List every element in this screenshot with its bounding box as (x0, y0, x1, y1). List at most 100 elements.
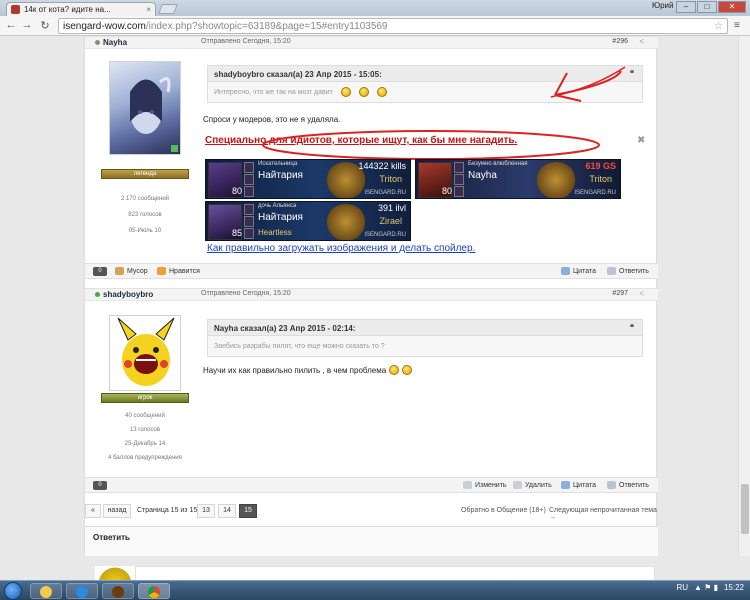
character-title: Безумно влюбленная (468, 161, 528, 167)
reload-icon[interactable]: ↻ (38, 19, 52, 32)
character-name: Найтария (258, 170, 303, 181)
item-slots (454, 162, 464, 198)
chrome-icon (148, 586, 160, 598)
stat-posts: 40 сообщений (125, 413, 165, 419)
tab-close-icon[interactable]: × (146, 5, 151, 14)
reply-button[interactable]: Ответить (607, 481, 649, 489)
stat-posts: 2 170 сообщений (120, 196, 170, 202)
post-actions: 0 Изменить Удалить Цитата Ответить (85, 477, 658, 493)
share-icon[interactable]: < (639, 289, 644, 298)
language-indicator[interactable]: RU (676, 583, 688, 592)
author-stats: 40 сообщений 13 голосов 25-Декабрь 14 4 … (85, 409, 205, 465)
quote-icon: ❝ (629, 323, 634, 332)
like-label: Нравится (169, 267, 200, 275)
like-button[interactable]: Нравится (157, 267, 200, 275)
post-date: Отправлено Сегодня, 15:20 (201, 290, 291, 297)
stat-joined: 25-Декабрь 14 (124, 441, 166, 447)
taskbar-media[interactable] (66, 583, 98, 599)
back-to-forum-link[interactable]: Обратно в Общение (18+) (461, 507, 546, 514)
tray-icons[interactable]: ▲ ⚑ ▮ (694, 583, 718, 592)
quote-button[interactable]: Цитата (561, 267, 596, 275)
back-icon[interactable]: ← (4, 19, 18, 31)
avatar[interactable] (109, 61, 181, 155)
edit-label: Изменить (475, 481, 507, 489)
post-number[interactable]: #297 (612, 290, 628, 297)
character-title: дочь Альянса (258, 203, 297, 209)
trash-button[interactable]: Мусор (115, 267, 148, 275)
quote-block: Nayha сказал(а) 23 Апр 2015 - 02:14: ❝ З… (207, 319, 643, 357)
avatar[interactable] (109, 315, 181, 391)
post-text: Научи их как правильно пилить , в чем пр… (203, 365, 413, 375)
post-author[interactable]: shadyboybro (103, 290, 153, 299)
bookmark-star-icon[interactable]: ☆ (714, 21, 723, 32)
next-unread-link[interactable]: Следующая непрочитанная тема → (549, 507, 658, 521)
reply-button[interactable]: Ответить (607, 267, 649, 275)
taskbar: RU ▲ ⚑ ▮ 15:22 (0, 580, 750, 600)
laugh-smiley-icon (389, 365, 400, 375)
taskbar-chrome[interactable] (138, 583, 170, 599)
forward-icon[interactable]: → (20, 19, 34, 31)
reply-section: Ответить (85, 526, 658, 556)
pikachu-avatar-icon (117, 317, 175, 386)
prev-page-button[interactable]: назад (103, 504, 131, 518)
reply-label: Ответить (619, 267, 649, 275)
stat-votes: 13 голосов (129, 427, 161, 433)
edit-button[interactable]: Изменить (463, 481, 507, 489)
close-window-button[interactable]: ✕ (718, 1, 746, 13)
minimize-button[interactable]: – (676, 1, 696, 13)
reputation-count: 0 (93, 267, 107, 276)
window-controls: – □ ✕ (676, 1, 746, 13)
trash-label: Мусор (127, 267, 148, 275)
post-296: Nayha Отправлено Сегодня, 15:20 #296 < л… (85, 36, 658, 280)
site-watermark: ISENGARD.RU (364, 190, 406, 196)
new-tab-button[interactable] (158, 4, 178, 14)
post-header: Nayha Отправлено Сегодня, 15:20 #296 < (85, 37, 658, 49)
quote-author: Nayha сказал(а) 23 Апр 2015 - 02:14: (214, 324, 356, 333)
quote-button[interactable]: Цитата (561, 481, 596, 489)
avatar-portrait-icon (130, 77, 171, 134)
tab-title: 14к от кота? идите на... (24, 5, 111, 14)
clock[interactable]: 15:22 (724, 583, 744, 592)
taskbar-explorer[interactable] (30, 583, 62, 599)
delete-button[interactable]: Удалить (513, 481, 552, 489)
page-13-button[interactable]: 13 (197, 504, 215, 518)
stat-warnings[interactable]: 4 баллов предупреждения (85, 451, 205, 465)
browser-tab[interactable]: 14к от кота? идите на... × (6, 2, 156, 16)
character-guild: Heartless (258, 228, 292, 237)
start-button[interactable] (4, 582, 22, 600)
like-icon (157, 267, 166, 275)
maximize-button[interactable]: □ (697, 1, 717, 13)
first-page-button[interactable]: « (85, 504, 101, 518)
close-icon[interactable]: ✖ (637, 135, 645, 146)
post-author[interactable]: Nayha (103, 38, 127, 47)
author-stats: 2 170 сообщений 823 голосов 05-Июль 10 (85, 191, 205, 239)
page-14-button[interactable]: 14 (218, 504, 236, 518)
help-link[interactable]: Как правильно загружать изображения и де… (207, 243, 475, 254)
profile-user[interactable]: Юрий (652, 1, 673, 10)
url-host: isengard-wow.com (63, 20, 146, 32)
site-watermark: ISENGARD.RU (574, 190, 616, 196)
system-tray: RU ▲ ⚑ ▮ 15:22 (676, 583, 744, 592)
quote-header: Nayha сказал(а) 23 Апр 2015 - 02:14: ❝ (208, 320, 642, 336)
site-watermark: ISENGARD.RU (364, 232, 406, 238)
address-bar[interactable]: isengard-wow.com/index.php?showtopic=631… (58, 18, 728, 34)
character-level: 80 (232, 186, 243, 196)
post-number[interactable]: #296 (612, 38, 628, 45)
page-label: Страница 15 из 15 (137, 507, 198, 514)
laugh-smiley-icon (402, 365, 413, 375)
reply-icon (607, 267, 616, 275)
taskbar-wow[interactable] (102, 583, 134, 599)
stat-joined: 05-Июль 10 (128, 228, 162, 234)
scrollbar-thumb[interactable] (741, 484, 749, 534)
online-badge-icon (171, 145, 178, 152)
quote-label: Цитата (573, 267, 596, 275)
share-icon[interactable]: < (639, 37, 644, 46)
page-scrollbar[interactable] (738, 36, 750, 556)
pagination: « назад Страница 15 из 15 13 14 15 Обрат… (85, 502, 658, 522)
character-title: Искательница (258, 161, 298, 167)
menu-icon[interactable]: ≡ (734, 20, 740, 31)
signature-card: 80 Искательница Найтария 144322 kills Tr… (205, 159, 411, 199)
character-realm: Triton (379, 174, 402, 184)
page-15-button[interactable]: 15 (239, 504, 257, 518)
character-stat: 144322 kills (358, 161, 406, 171)
